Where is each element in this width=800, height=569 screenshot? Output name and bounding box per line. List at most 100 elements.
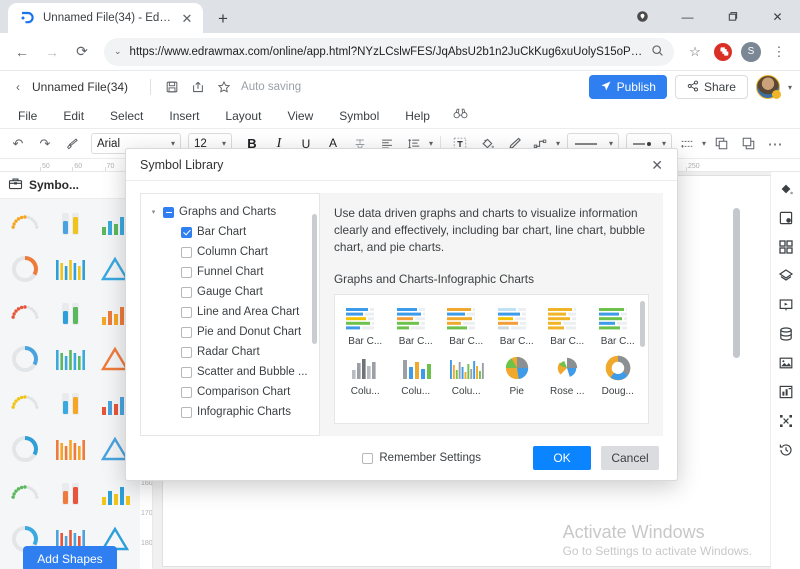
test-tube-icon[interactable]: [49, 475, 92, 513]
dotted-gauge-icon[interactable]: [4, 205, 47, 243]
search-icon[interactable]: [651, 44, 664, 60]
menu-item-view[interactable]: View: [274, 103, 326, 129]
tree-checkbox[interactable]: [181, 326, 192, 338]
binoculars-icon[interactable]: [443, 103, 478, 129]
battery-blue-icon[interactable]: [4, 295, 47, 333]
save-icon[interactable]: [159, 76, 185, 98]
thumbnail-item[interactable]: Bar C...: [341, 303, 390, 347]
favorite-star-icon[interactable]: [211, 76, 237, 98]
thumbnail-item[interactable]: Pie: [493, 353, 542, 397]
tree-checkbox[interactable]: [181, 266, 192, 278]
app-back-icon[interactable]: ‹: [8, 80, 28, 94]
avatar[interactable]: [755, 75, 781, 99]
browser-profile-avatar[interactable]: S: [738, 39, 764, 65]
tree-checkbox[interactable]: [181, 386, 192, 398]
tree-scrollbar[interactable]: [312, 214, 317, 344]
extensions-icon[interactable]: [710, 39, 736, 65]
canvas-vertical-scrollbar[interactable]: [733, 208, 740, 358]
chevron-down-icon[interactable]: ▾: [429, 139, 433, 148]
stacked-bars-icon[interactable]: [49, 430, 92, 468]
align-distribute-icon[interactable]: [775, 411, 797, 431]
bring-to-front-icon[interactable]: [709, 132, 733, 156]
vertical-bars-icon[interactable]: [4, 430, 47, 468]
slideshow-icon[interactable]: [775, 295, 797, 315]
remember-settings-checkbox[interactable]: [362, 452, 374, 464]
burst-icon[interactable]: [4, 340, 47, 378]
tree-expand-arrow-icon[interactable]: ▾: [149, 208, 158, 216]
page-setup-icon[interactable]: [775, 208, 797, 228]
bookmark-star-icon[interactable]: ☆: [682, 39, 708, 65]
thumbnail-item[interactable]: Rose ...: [543, 353, 592, 397]
close-icon[interactable]: ✕: [651, 158, 663, 172]
chevron-down-icon[interactable]: ▾: [788, 83, 792, 92]
tree-checkbox[interactable]: [181, 406, 192, 418]
tree-checkbox[interactable]: [163, 206, 174, 218]
tree-item-7[interactable]: Scatter and Bubble ...: [141, 362, 319, 382]
ok-button[interactable]: OK: [533, 446, 591, 470]
tree-checkbox[interactable]: [163, 436, 174, 437]
back-button[interactable]: ←: [8, 38, 36, 66]
thumbnail-item[interactable]: Doug...: [594, 353, 643, 397]
document-name[interactable]: Unnamed File(34): [32, 80, 128, 94]
slider-horizontal-icon[interactable]: [49, 250, 92, 288]
person-icon[interactable]: [4, 475, 47, 513]
bracket-gauge-icon[interactable]: [49, 385, 92, 423]
thumbnail-item[interactable]: Bar C...: [594, 303, 643, 347]
thumbnail-item[interactable]: Colu...: [442, 353, 491, 397]
remember-settings-row[interactable]: Remember Settings: [362, 452, 481, 464]
triangle-gauge-icon[interactable]: [4, 385, 47, 423]
fill-style-icon[interactable]: [775, 179, 797, 199]
tree-item-4[interactable]: Line and Area Chart: [141, 302, 319, 322]
tree-checkbox[interactable]: [181, 306, 192, 318]
send-to-back-icon[interactable]: [736, 132, 760, 156]
thumbnail-item[interactable]: Bar C...: [543, 303, 592, 347]
tree-group-graphs-and-charts[interactable]: ▾ Graphs and Charts: [141, 202, 319, 222]
menu-item-select[interactable]: Select: [97, 103, 156, 129]
tree-checkbox[interactable]: [181, 346, 192, 358]
menu-item-help[interactable]: Help: [392, 103, 443, 129]
tree-group-business[interactable]: ▸Business: [141, 431, 319, 437]
more-options-icon[interactable]: ⋯: [763, 132, 787, 156]
browser-tab[interactable]: Unnamed File(34) - EdrawMax ✕: [8, 3, 203, 33]
thumbnail-scrollbar[interactable]: [640, 301, 645, 348]
close-icon[interactable]: ✕: [179, 10, 195, 26]
chevron-down-icon[interactable]: ▾: [556, 139, 560, 148]
thumbnail-item[interactable]: Bar C...: [392, 303, 441, 347]
tree-item-8[interactable]: Comparison Chart: [141, 382, 319, 402]
address-bar[interactable]: ⌄ https://www.edrawmax.com/online/app.ht…: [104, 37, 674, 66]
redo-button[interactable]: ↷: [33, 132, 57, 156]
window-minimize-button[interactable]: —: [665, 0, 710, 33]
menu-item-layout[interactable]: Layout: [212, 103, 274, 129]
menu-item-symbol[interactable]: Symbol: [326, 103, 392, 129]
thumbnail-item[interactable]: Bar C...: [442, 303, 491, 347]
new-tab-button[interactable]: +: [209, 5, 237, 33]
tree-checkbox[interactable]: [181, 366, 192, 378]
dotted-gauge-blue-icon[interactable]: [49, 205, 92, 243]
arrow-style-icon[interactable]: [675, 132, 699, 156]
share-button[interactable]: Share: [674, 75, 748, 99]
battery-green-icon[interactable]: [49, 295, 92, 333]
tree-checkbox[interactable]: [181, 286, 192, 298]
export-icon[interactable]: [185, 76, 211, 98]
tree-item-1[interactable]: Column Chart: [141, 242, 319, 262]
browser-profile-pin-icon[interactable]: [620, 0, 665, 33]
image-icon[interactable]: [775, 353, 797, 373]
undo-button[interactable]: ↶: [6, 132, 30, 156]
publish-button[interactable]: Publish: [588, 75, 667, 99]
half-circle-gauge-icon[interactable]: [4, 250, 47, 288]
reload-button[interactable]: ⟳: [68, 38, 96, 66]
history-icon[interactable]: [775, 440, 797, 460]
tree-item-0[interactable]: Bar Chart: [141, 222, 319, 242]
bowl-gauge-icon[interactable]: [49, 340, 92, 378]
window-maximize-button[interactable]: [710, 0, 755, 33]
thumbnail-item[interactable]: Colu...: [341, 353, 390, 397]
data-icon[interactable]: [775, 324, 797, 344]
menu-item-file[interactable]: File: [8, 103, 50, 129]
tree-item-5[interactable]: Pie and Donut Chart: [141, 322, 319, 342]
tree-checkbox[interactable]: [181, 246, 192, 258]
add-shapes-button[interactable]: Add Shapes: [23, 546, 117, 569]
thumbnail-item[interactable]: Bar C...: [493, 303, 542, 347]
forward-button[interactable]: →: [38, 38, 66, 66]
chevron-down-icon[interactable]: ▾: [702, 139, 706, 148]
tree-item-6[interactable]: Radar Chart: [141, 342, 319, 362]
